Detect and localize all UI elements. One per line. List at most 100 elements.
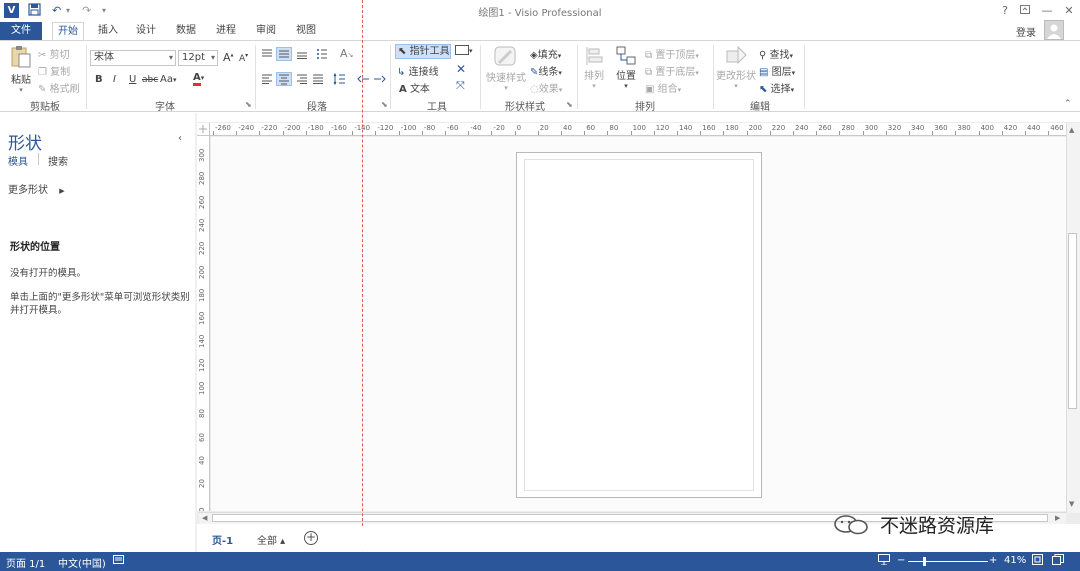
connection-point-icon[interactable]: ⤧ <box>456 79 465 93</box>
connector-tool-button[interactable]: ↳ 连接线 <box>397 63 439 78</box>
shrink-font-button[interactable]: A▾ <box>239 52 248 64</box>
zoom-in-button[interactable]: + <box>989 555 997 566</box>
ruler-tick-label: 420 <box>1003 124 1018 132</box>
help-icon[interactable]: ? <box>996 3 1014 19</box>
tab-review[interactable]: 审阅 <box>250 22 282 40</box>
scroll-up-icon[interactable]: ▲ <box>1069 126 1074 134</box>
align-left-icon[interactable] <box>261 74 273 87</box>
group-button[interactable]: ▣ 组合▾ <box>645 80 681 95</box>
all-pages-button[interactable]: 全部 ▴ <box>257 532 285 547</box>
position-button[interactable]: 位置 ▾ <box>614 45 638 90</box>
font-name-value: 宋体 <box>94 52 114 63</box>
zoom-slider-thumb[interactable] <box>923 557 926 566</box>
presentation-mode-icon[interactable] <box>878 554 890 568</box>
quick-styles-button[interactable]: 快速样式 ▾ <box>486 45 526 92</box>
connector-icon: ↳ <box>397 67 406 78</box>
font-size-combo[interactable]: 12pt ▾ <box>178 50 218 66</box>
align-middle-icon[interactable] <box>276 47 292 61</box>
language-status[interactable]: 中文(中国) <box>58 555 106 570</box>
ruler-tick-label: 400 <box>980 124 994 132</box>
scroll-right-icon[interactable]: ▶ <box>1055 514 1060 522</box>
pointer-tool-button[interactable]: ⬉ 指针工具 <box>395 44 451 59</box>
change-shape-button[interactable]: 更改形状 ▾ <box>716 45 756 90</box>
text-tool-button[interactable]: A 文本 <box>399 80 430 95</box>
align-right-icon[interactable] <box>296 74 308 87</box>
ruler-tick-label: 280 <box>841 124 855 132</box>
switch-windows-icon[interactable] <box>1052 554 1064 568</box>
macro-recorder-icon[interactable] <box>113 554 124 568</box>
bullets-icon[interactable] <box>316 48 328 63</box>
paragraph-dialog-launcher-icon[interactable]: ⬊ <box>381 100 388 109</box>
tab-insert[interactable]: 插入 <box>92 22 124 40</box>
status-bar: 页面 1/1 中文(中国) − + 41% <box>0 552 1080 571</box>
tab-design[interactable]: 设计 <box>130 22 162 40</box>
justify-icon[interactable] <box>312 74 324 87</box>
page-number-status[interactable]: 页面 1/1 <box>6 555 45 570</box>
text-direction-icon[interactable]: A↘ <box>340 47 353 60</box>
delete-connector-icon[interactable]: ✕ <box>456 62 466 76</box>
sign-in-link[interactable]: 登录 <box>1016 24 1036 39</box>
bring-to-front-button[interactable]: ⧉ 置于顶层▾ <box>645 46 699 61</box>
ruler-tick-label: 220 <box>198 241 206 256</box>
more-shapes-menu[interactable]: 更多形状 ▶ <box>8 181 65 196</box>
find-button[interactable]: ⚲ 查找▾ <box>759 46 793 61</box>
decrease-indent-icon[interactable] <box>357 73 370 88</box>
change-case-button[interactable]: Aa▾ <box>160 74 176 85</box>
align-top-icon[interactable] <box>261 49 273 62</box>
increase-indent-icon[interactable] <box>373 73 386 88</box>
drawing-page[interactable] <box>516 152 762 498</box>
scroll-left-icon[interactable]: ◀ <box>202 514 207 522</box>
font-name-combo[interactable]: 宋体 ▾ <box>90 50 176 66</box>
bold-button[interactable]: B <box>95 74 103 85</box>
format-painter-button[interactable]: ✎ 格式刷 <box>38 80 80 96</box>
page-tab-1[interactable]: 页-1 <box>212 532 233 547</box>
strikethrough-button[interactable]: abc <box>142 75 158 85</box>
change-shape-icon <box>726 45 747 65</box>
select-button[interactable]: ⬉ 选择▾ <box>759 80 794 95</box>
collapse-pane-icon[interactable]: ‹ <box>178 133 182 144</box>
arrange-button[interactable]: 排列 ▾ <box>582 45 606 90</box>
zoom-slider[interactable] <box>908 557 988 566</box>
add-page-icon[interactable]: + <box>304 531 318 545</box>
align-bottom-icon[interactable] <box>296 49 308 62</box>
line-button[interactable]: ✎线条▾ <box>530 63 562 78</box>
zoom-out-button[interactable]: − <box>897 555 905 566</box>
avatar[interactable] <box>1044 20 1064 40</box>
vertical-ruler[interactable]: 300 280 260 240 220 200 180 160 140 120 100 80 60 40 2… <box>197 136 210 511</box>
italic-button[interactable]: I <box>113 74 116 85</box>
horizontal-ruler[interactable]: -260 -240 -220 -200 -180 -160 -140 -120 -100 -80-… <box>210 123 1067 136</box>
fit-page-icon[interactable] <box>1032 554 1043 568</box>
cut-button[interactable]: ✂ 剪切 <box>38 46 70 62</box>
tab-process[interactable]: 进程 <box>210 22 242 40</box>
copy-button[interactable]: ❐ 复制 <box>38 63 70 79</box>
ruler-corner[interactable] <box>197 123 210 136</box>
ribbon-display-icon[interactable] <box>1016 3 1034 19</box>
guide-line[interactable] <box>362 0 363 571</box>
vertical-scroll-thumb[interactable] <box>1068 233 1077 409</box>
tab-search[interactable]: 搜索 <box>48 153 68 168</box>
font-dialog-launcher-icon[interactable]: ⬊ <box>245 100 252 109</box>
layers-button[interactable]: ▤ 图层▾ <box>759 63 795 78</box>
zoom-level[interactable]: 41% <box>1004 555 1026 566</box>
align-center-icon[interactable] <box>276 72 292 86</box>
collapse-ribbon-icon[interactable]: ⌃ <box>1064 99 1072 109</box>
tab-home[interactable]: 开始 <box>52 22 84 41</box>
group-divider <box>713 45 714 109</box>
grow-font-button[interactable]: A▴ <box>223 51 234 64</box>
tab-file[interactable]: 文件 <box>0 22 42 40</box>
tab-stencils[interactable]: 模具 <box>8 153 28 168</box>
shape-styles-dialog-launcher-icon[interactable]: ⬊ <box>566 100 573 109</box>
tab-view[interactable]: 视图 <box>290 22 322 40</box>
close-button[interactable]: ✕ <box>1060 3 1078 19</box>
fill-button[interactable]: ◈填充▾ <box>530 46 561 61</box>
effects-button[interactable]: ◌效果▾ <box>530 80 562 95</box>
underline-button[interactable]: U <box>129 74 136 85</box>
font-color-button[interactable]: A▾ <box>193 72 204 86</box>
rectangle-tool-button[interactable]: ▾ <box>455 45 473 56</box>
line-spacing-icon[interactable] <box>333 72 346 88</box>
scroll-down-icon[interactable]: ▼ <box>1069 500 1074 508</box>
paste-button[interactable]: 粘贴 ▾ <box>8 45 34 94</box>
tab-data[interactable]: 数据 <box>170 22 202 40</box>
send-to-back-button[interactable]: ⧉ 置于底层▾ <box>645 63 699 78</box>
maximize-button[interactable] <box>1040 2 1058 18</box>
